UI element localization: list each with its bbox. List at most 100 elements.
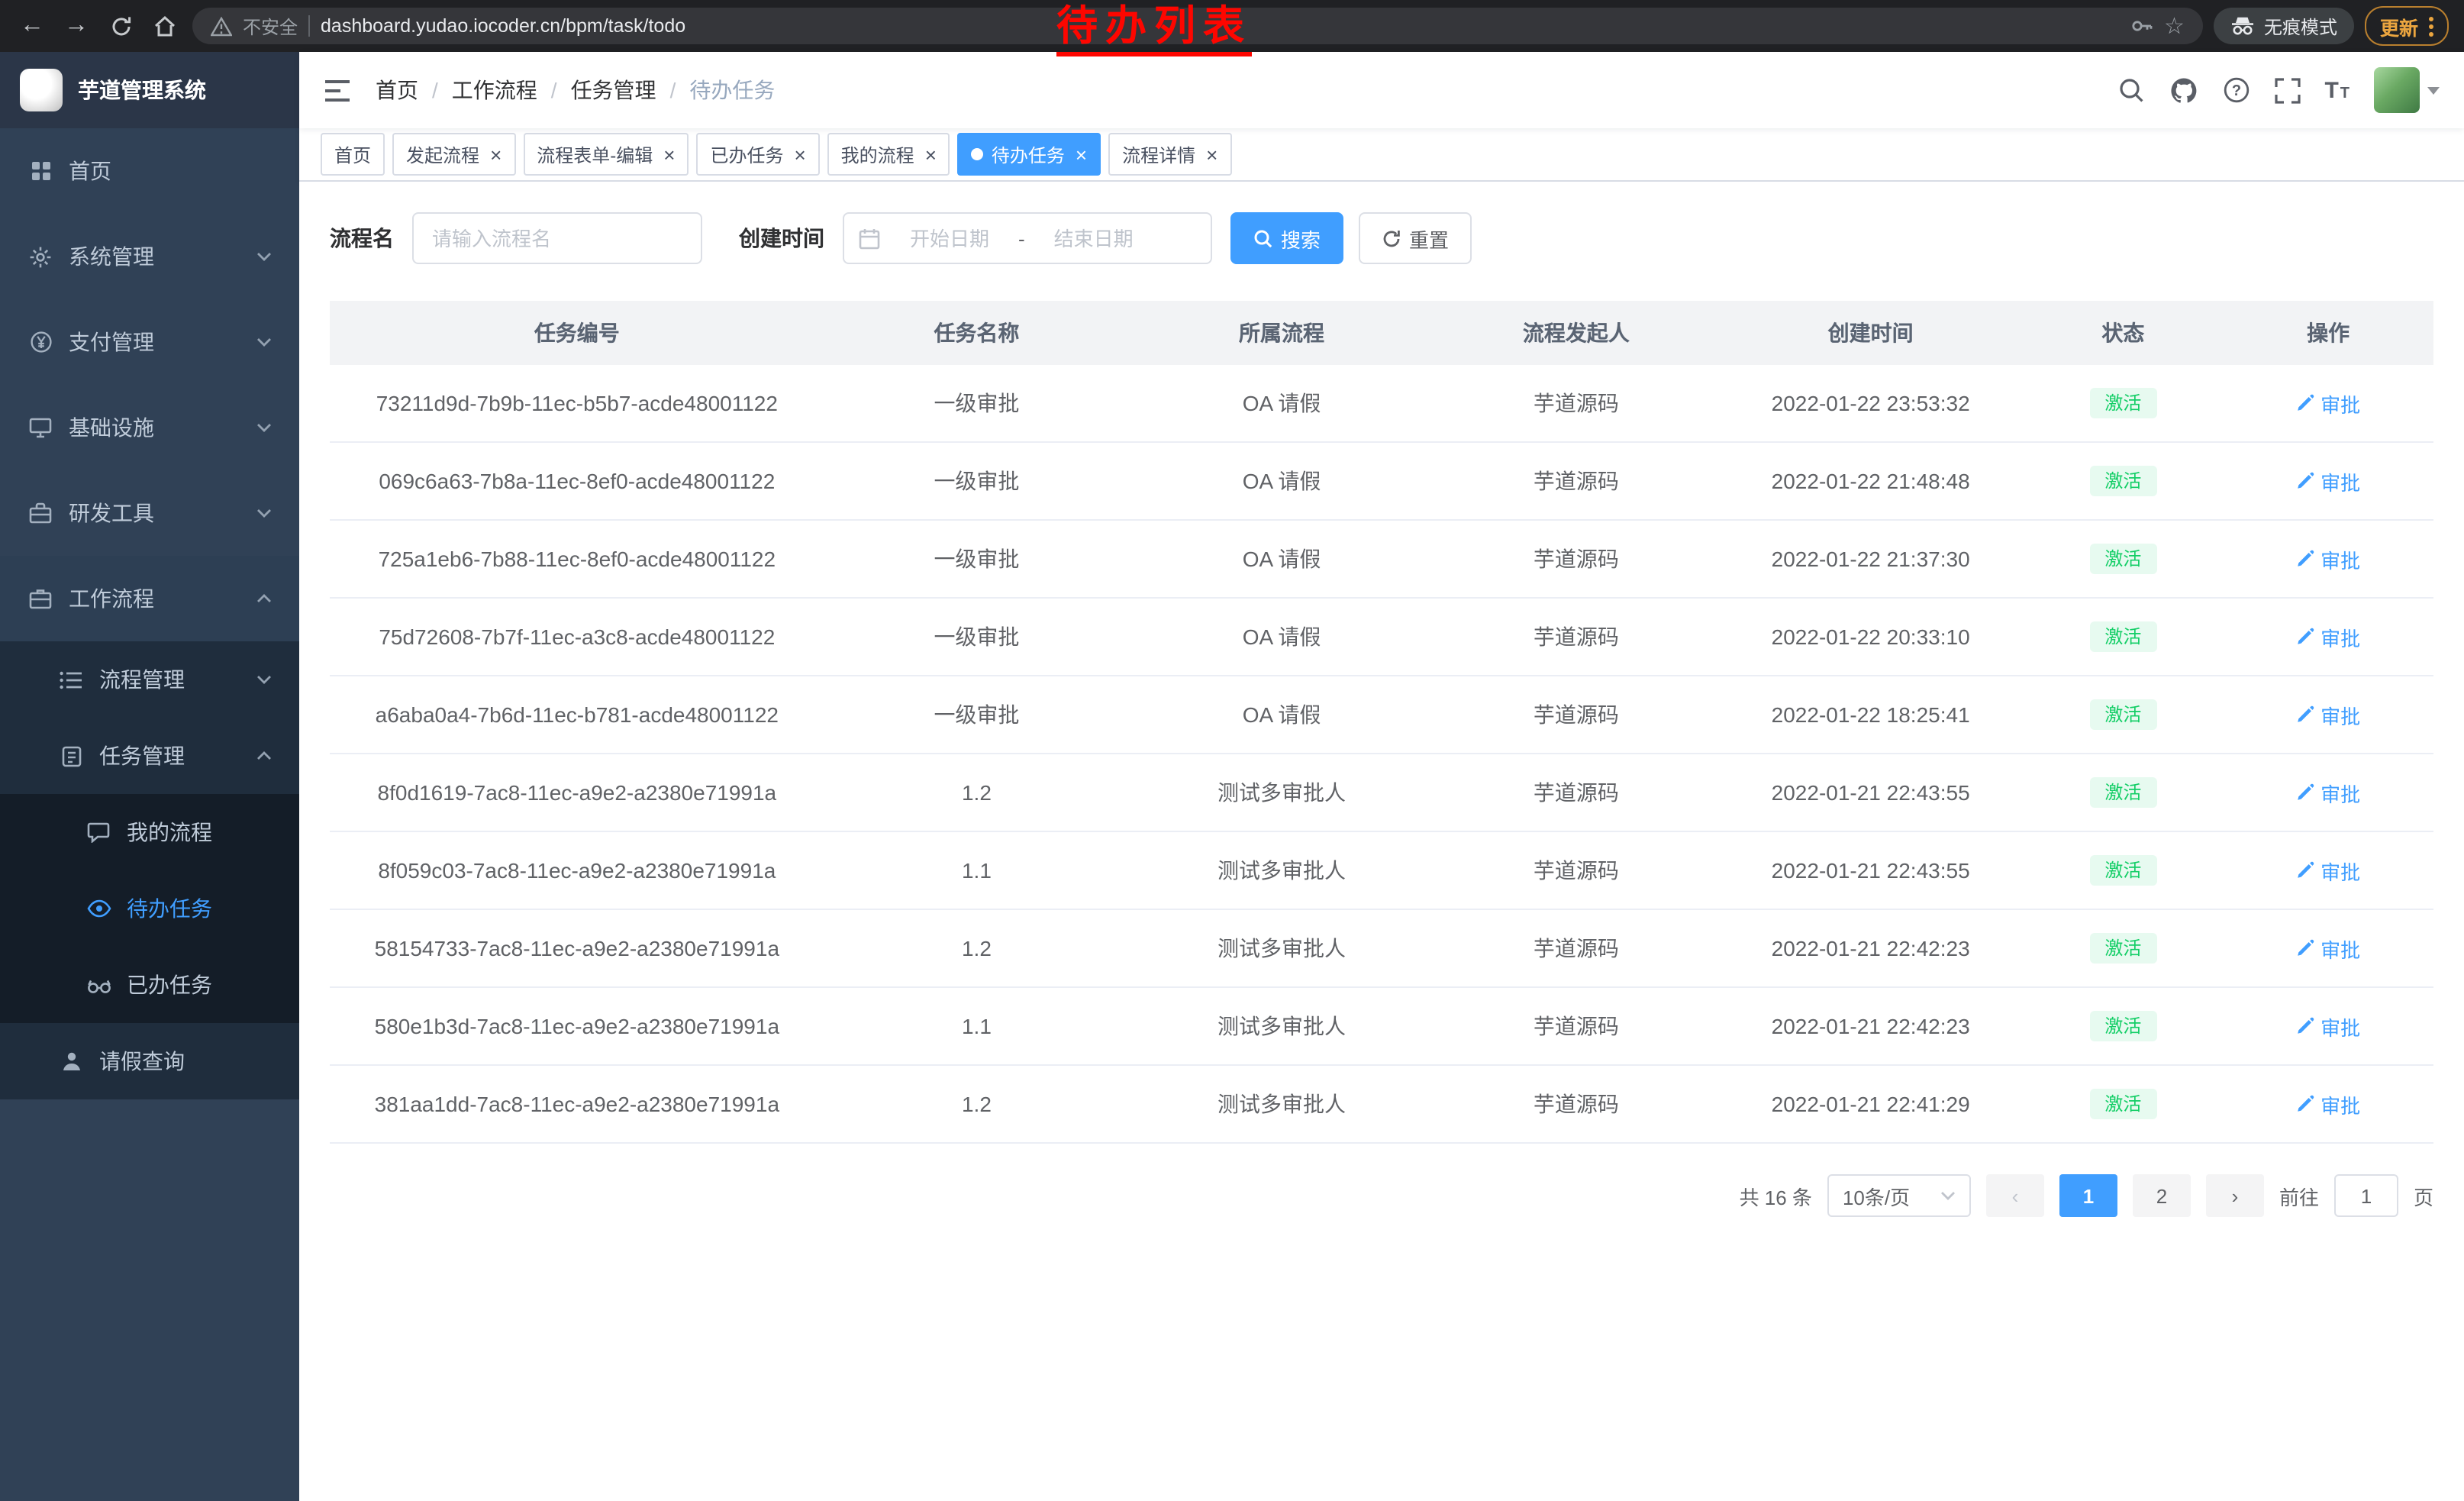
reset-button[interactable]: 重置 (1359, 212, 1472, 264)
cell-action: 审批 (2223, 365, 2433, 442)
approve-link[interactable]: 审批 (2296, 389, 2360, 418)
approve-link[interactable]: 审批 (2296, 778, 2360, 807)
cell-process: OA 请假 (1129, 520, 1434, 598)
tab-my-processes[interactable]: 我的流程 × (827, 133, 950, 176)
eye-icon (85, 899, 111, 918)
tab-label: 发起流程 (406, 141, 479, 167)
approve-link[interactable]: 审批 (2296, 856, 2360, 885)
cell-status: 激活 (2023, 831, 2223, 909)
cell-action: 审批 (2223, 909, 2433, 987)
cell-process: 测试多审批人 (1129, 1065, 1434, 1143)
close-icon[interactable]: × (794, 144, 805, 164)
update-button[interactable]: 更新 (2365, 6, 2449, 46)
password-key-icon[interactable] (2129, 14, 2153, 38)
approve-link-label: 审批 (2320, 466, 2360, 495)
page-button-2[interactable]: 2 (2133, 1174, 2191, 1217)
close-icon[interactable]: × (1206, 144, 1217, 164)
bookmark-star-icon[interactable] (2164, 12, 2185, 40)
dashboard-icon (27, 160, 53, 182)
approve-link[interactable]: 审批 (2296, 1012, 2360, 1041)
home-icon[interactable] (148, 9, 182, 43)
page-size-select[interactable]: 10条/页 (1827, 1174, 1971, 1217)
close-icon[interactable]: × (1076, 144, 1087, 164)
tab-label: 我的流程 (841, 141, 914, 167)
start-date-input[interactable] (887, 225, 1012, 251)
search-button[interactable]: 搜索 (1230, 212, 1343, 264)
breadcrumb-item[interactable]: 工作流程 (418, 75, 537, 105)
approve-link[interactable]: 审批 (2296, 466, 2360, 495)
page-button-1[interactable]: 1 (2059, 1174, 2117, 1217)
cell-process: OA 请假 (1129, 365, 1434, 442)
sidebar-item-done-tasks[interactable]: 已办任务 (0, 947, 299, 1023)
close-icon[interactable]: × (925, 144, 937, 164)
approve-link[interactable]: 审批 (2296, 1089, 2360, 1118)
tab-start-process[interactable]: 发起流程 × (392, 133, 515, 176)
cell-task-name: 1.1 (824, 987, 1130, 1065)
font-size-icon[interactable] (2324, 77, 2350, 103)
sidebar-item-task-management[interactable]: 任务管理 (0, 718, 299, 794)
sidebar-item-system[interactable]: 系统管理 (0, 214, 299, 299)
fullscreen-icon[interactable] (2274, 77, 2300, 103)
sidebar-item-label: 待办任务 (127, 893, 212, 924)
sidebar-item-payment[interactable]: 支付管理 (0, 299, 299, 385)
cell-status: 激活 (2023, 365, 2223, 442)
prev-page-button[interactable]: ‹ (1986, 1174, 2044, 1217)
breadcrumb-item[interactable]: 待办任务 (656, 75, 776, 105)
goto-page-input[interactable] (2334, 1174, 2398, 1217)
cell-task-name: 一级审批 (824, 520, 1130, 598)
sidebar-item-workflow[interactable]: 工作流程 (0, 556, 299, 641)
sidebar-toggle-icon[interactable] (324, 79, 351, 102)
sidebar-item-process-management[interactable]: 流程管理 (0, 641, 299, 718)
approve-link-label: 审批 (2320, 778, 2360, 807)
help-icon[interactable]: ? (2222, 76, 2250, 104)
approve-link-label: 审批 (2320, 1089, 2360, 1118)
cell-create-time: 2022-01-21 22:43:55 (1718, 754, 2024, 831)
cell-task-id: 75d72608-7b7f-11ec-a3c8-acde48001122 (330, 598, 824, 676)
sidebar-item-todo-tasks[interactable]: 待办任务 (0, 870, 299, 947)
table-row: 069c6a63-7b8a-11ec-8ef0-acde48001122 一级审… (330, 442, 2433, 520)
tab-home[interactable]: 首页 (321, 133, 385, 176)
next-page-button[interactable]: › (2206, 1174, 2264, 1217)
approve-link[interactable]: 审批 (2296, 700, 2360, 729)
cell-action: 审批 (2223, 831, 2433, 909)
search-icon[interactable] (2117, 76, 2144, 104)
tab-process-form-edit[interactable]: 流程表单-编辑 × (523, 133, 689, 176)
app-logo[interactable]: 芋道管理系统 (0, 52, 299, 128)
breadcrumb-item[interactable]: 首页 (376, 75, 418, 105)
app-window: 芋道管理系统 首页 系统管理 支付管理 (0, 52, 2464, 1501)
user-menu[interactable] (2374, 67, 2440, 113)
tab-done-tasks[interactable]: 已办任务 × (696, 133, 819, 176)
approve-link[interactable]: 审批 (2296, 934, 2360, 963)
close-icon[interactable]: × (490, 144, 502, 164)
end-date-input[interactable] (1031, 225, 1156, 251)
col-task-name: 任务名称 (824, 301, 1130, 365)
back-icon[interactable] (15, 9, 49, 43)
sidebar-item-devtools[interactable]: 研发工具 (0, 470, 299, 556)
forward-icon[interactable] (60, 9, 93, 43)
cell-initiator: 芋道源码 (1434, 676, 1718, 754)
close-icon[interactable]: × (663, 144, 675, 164)
avatar[interactable] (2374, 67, 2420, 113)
github-icon[interactable] (2169, 76, 2198, 105)
sidebar-item-leave-query[interactable]: 请假查询 (0, 1023, 299, 1099)
cell-status: 激活 (2023, 1065, 2223, 1143)
process-name-input[interactable] (412, 212, 702, 264)
date-range-picker[interactable]: - (843, 212, 1212, 264)
breadcrumb-item[interactable]: 任务管理 (537, 75, 656, 105)
status-badge: 激活 (2089, 544, 2156, 574)
tab-process-detail[interactable]: 流程详情 × (1108, 133, 1231, 176)
tab-todo-tasks[interactable]: 待办任务 × (958, 133, 1101, 176)
col-status: 状态 (2023, 301, 2223, 365)
cell-task-id: 725a1eb6-7b88-11ec-8ef0-acde48001122 (330, 520, 824, 598)
sidebar-item-infra[interactable]: 基础设施 (0, 385, 299, 470)
approve-link[interactable]: 审批 (2296, 622, 2360, 651)
cell-task-id: 8f0d1619-7ac8-11ec-a9e2-a2380e71991a (330, 754, 824, 831)
refresh-icon[interactable] (104, 9, 137, 43)
browser-menu-icon[interactable] (2429, 16, 2433, 36)
table-row: a6aba0a4-7b6d-11ec-b781-acde48001122 一级审… (330, 676, 2433, 754)
filter-bar: 流程名 创建时间 - 搜索 (330, 212, 2433, 264)
sidebar-item-my-processes[interactable]: 我的流程 (0, 794, 299, 870)
approve-link[interactable]: 审批 (2296, 544, 2360, 573)
cell-create-time: 2022-01-22 18:25:41 (1718, 676, 2024, 754)
sidebar-item-home[interactable]: 首页 (0, 128, 299, 214)
